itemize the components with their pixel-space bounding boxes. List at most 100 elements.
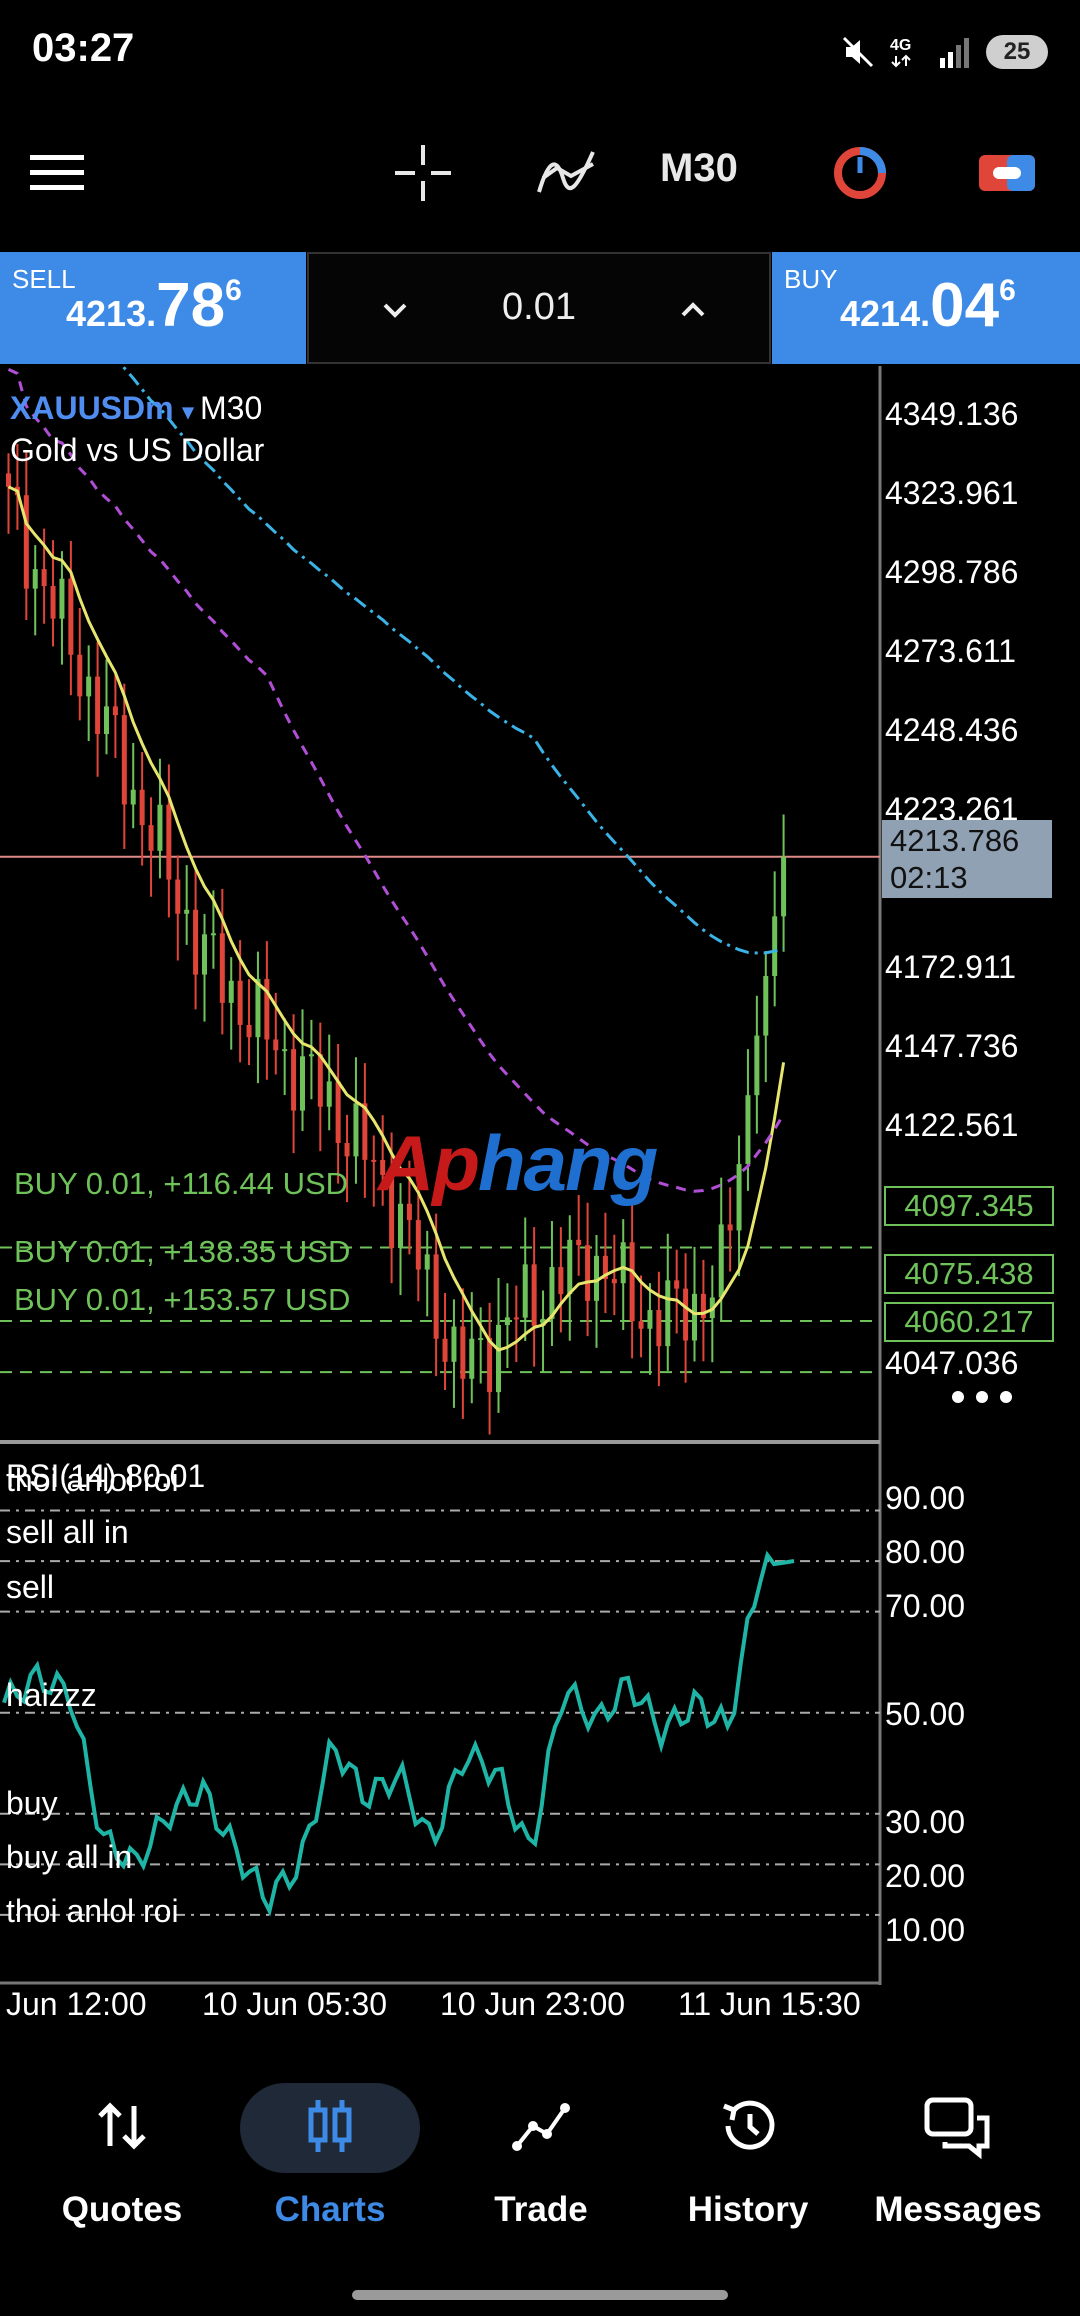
rsi-tick: 10.00	[885, 1912, 966, 1948]
candle-body	[184, 909, 190, 914]
rsi-level-label: thoi anlol roi	[6, 1462, 179, 1498]
chart-timeframe: M30	[200, 390, 263, 426]
nav-trade[interactable]: Trade	[441, 2082, 641, 2232]
candle-body	[326, 1081, 332, 1107]
candle-body	[112, 706, 118, 716]
candle-body	[86, 676, 92, 697]
candle-body	[335, 1081, 341, 1143]
candle-body	[193, 909, 199, 975]
price-tick: 4147.736	[885, 1028, 1019, 1064]
candle-body	[692, 1293, 697, 1341]
candle-body	[23, 495, 29, 589]
candle-body	[68, 578, 74, 655]
candle-body	[620, 1242, 626, 1284]
network-4g-icon: 4G	[890, 37, 911, 68]
price-tick: 4273.611	[885, 633, 1017, 669]
time-tick: Jun 12:00	[6, 1986, 147, 2022]
more-dots-icon[interactable]	[950, 1386, 1014, 1408]
candle-body	[781, 856, 787, 917]
candle-body	[237, 980, 243, 1025]
current-price-tag: 4213.786 02:13	[882, 820, 1052, 898]
candle-body	[32, 569, 38, 589]
bar-countdown: 02:13	[890, 860, 968, 895]
rsi-tick: 90.00	[885, 1480, 966, 1516]
time-tick: 10 Jun 05:30	[202, 1986, 388, 2022]
order-line-label[interactable]: BUY 0.01, +138.35 USD	[14, 1234, 350, 1270]
nav-messages[interactable]: Messages	[858, 2082, 1058, 2232]
chevron-up-icon[interactable]	[673, 290, 713, 330]
candle-body	[442, 1338, 448, 1362]
buy-label: BUY	[784, 264, 838, 294]
candle-body	[469, 1338, 475, 1379]
crosshair-icon[interactable]	[388, 138, 458, 208]
order-line-label[interactable]: BUY 0.01, +153.57 USD	[14, 1282, 350, 1318]
lot-size-control: 0.01	[307, 252, 771, 364]
rsi-level-label: buy	[6, 1785, 58, 1821]
messages-bubbles-icon	[924, 2097, 990, 2160]
candle-body	[513, 1317, 519, 1320]
timeframe-clock-icon[interactable]	[825, 138, 895, 208]
ma-fast-line	[7, 485, 786, 1352]
candle-body	[754, 1035, 760, 1096]
watermark-logo: Aphang	[378, 1119, 658, 1207]
candle-body	[148, 825, 154, 851]
candle-body	[531, 1264, 537, 1326]
candle-body	[629, 1242, 635, 1322]
candle-body	[674, 1280, 680, 1289]
candle-body	[460, 1326, 466, 1379]
nav-history[interactable]: History	[648, 2082, 848, 2232]
candle-body	[398, 1203, 403, 1249]
candle-body	[273, 1039, 279, 1051]
candle-body	[282, 1049, 288, 1052]
svg-text:4G: 4G	[890, 37, 911, 54]
price-tick: 4122.561	[885, 1107, 1019, 1143]
candle-body	[219, 933, 225, 1003]
rsi-tick: 80.00	[885, 1534, 966, 1570]
nav-quotes[interactable]: Quotes	[22, 2082, 222, 2232]
candle-body	[255, 979, 261, 1038]
candle-body	[175, 879, 181, 914]
candle-body	[611, 1279, 617, 1284]
candle-body	[415, 1220, 421, 1270]
quotes-arrows-icon	[98, 2102, 146, 2150]
objects-icon[interactable]	[972, 138, 1042, 208]
rsi-tick: 70.00	[885, 1588, 966, 1624]
candle-body	[585, 1245, 591, 1301]
charts-candles-icon	[308, 2100, 352, 2152]
candle-body	[638, 1321, 644, 1329]
order-price-tag: 4075.438	[884, 1254, 1054, 1294]
sell-button[interactable]: SELL 4213.786	[0, 252, 306, 364]
buy-price: 4214.046	[840, 271, 1016, 340]
rsi-level-label: thoi anlol roi	[6, 1893, 179, 1929]
candle-body	[522, 1264, 528, 1318]
timeframe-selector[interactable]: M30	[660, 146, 738, 191]
home-indicator[interactable]	[352, 2290, 728, 2300]
status-time: 03:27	[32, 26, 135, 70]
rsi-tick: 20.00	[885, 1858, 966, 1894]
candle-body	[166, 804, 172, 880]
candle-body	[549, 1267, 555, 1319]
candle-body	[567, 1239, 573, 1295]
candle-body	[683, 1288, 689, 1341]
candle-body	[228, 980, 234, 1003]
candle-body	[718, 1224, 724, 1298]
mute-icon	[842, 36, 874, 68]
rsi-tick: 30.00	[885, 1804, 966, 1840]
nav-charts[interactable]: Charts	[230, 2082, 430, 2232]
hamburger-menu-icon[interactable]	[22, 138, 92, 208]
candle-body	[202, 934, 207, 975]
candle-body	[210, 933, 216, 936]
candle-body	[496, 1324, 501, 1393]
candle-body	[157, 804, 163, 851]
buy-button[interactable]: BUY 4214.046	[772, 252, 1080, 364]
candle-body	[104, 706, 109, 735]
candle-body	[121, 715, 127, 805]
candle-body	[576, 1239, 582, 1246]
order-line-label[interactable]: BUY 0.01, +116.44 USD	[14, 1166, 348, 1202]
candle-body	[95, 676, 101, 735]
indicators-icon[interactable]	[532, 138, 602, 208]
price-tick: 4047.036	[885, 1345, 1019, 1381]
symbol-selector[interactable]: XAUUSDm ▾	[10, 390, 194, 427]
candle-body	[665, 1280, 671, 1347]
order-price-tag: 4097.345	[884, 1186, 1054, 1226]
